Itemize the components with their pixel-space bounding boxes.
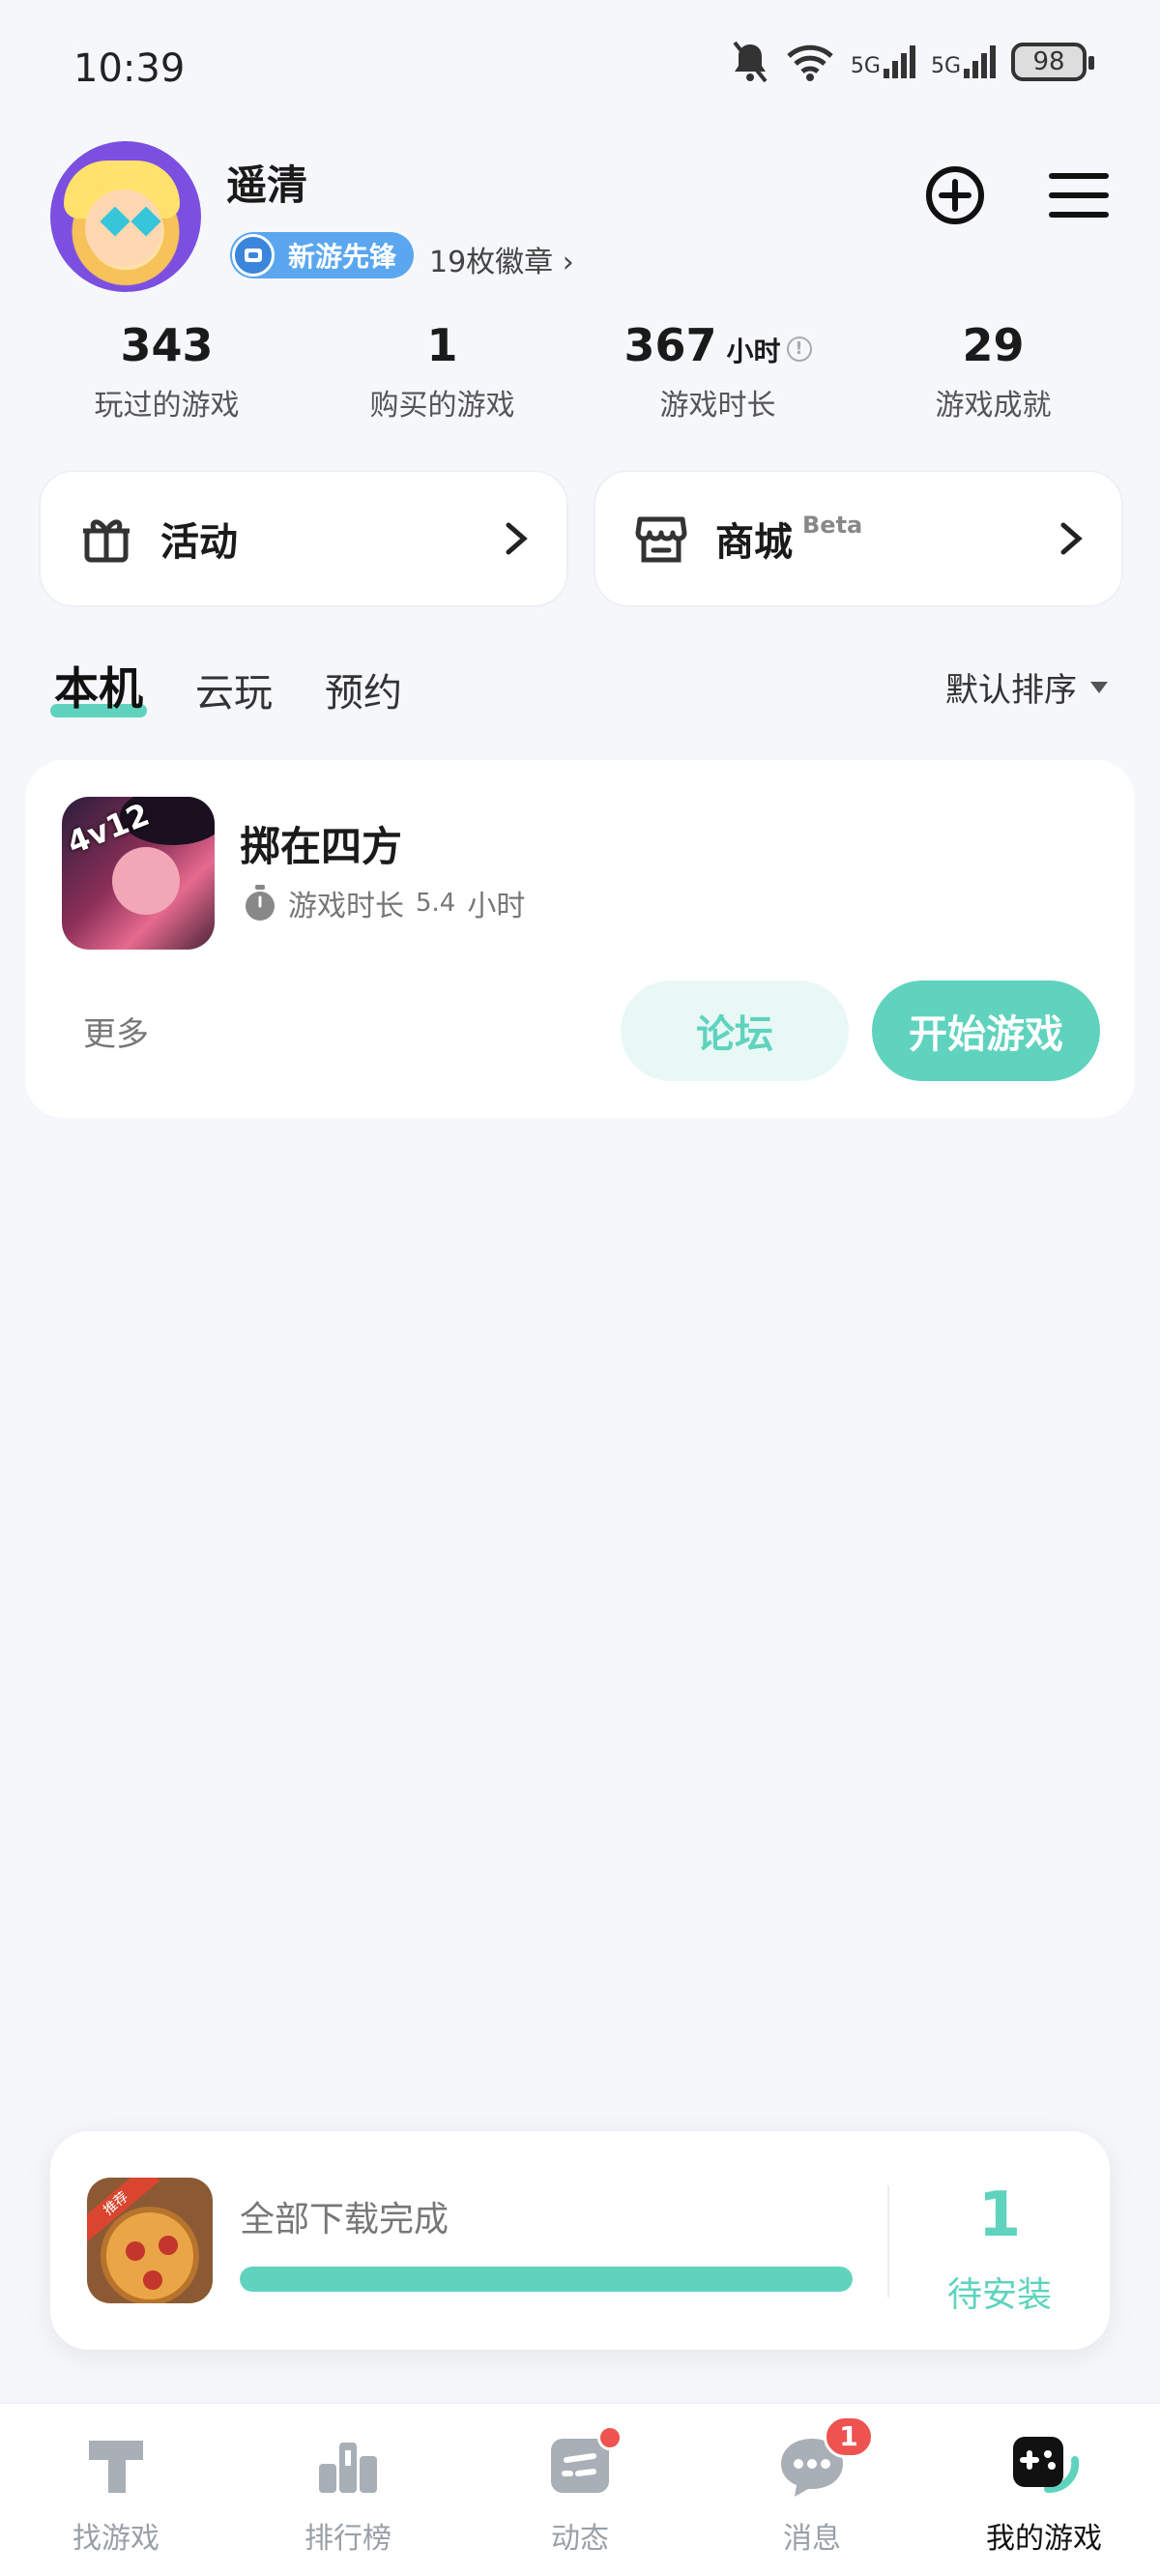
download-status-text: 全部下载完成 bbox=[240, 2200, 450, 2239]
chevron-right-icon bbox=[506, 522, 528, 555]
nav-ranking[interactable]: 排行榜 bbox=[232, 2404, 464, 2576]
nav-my-games[interactable]: 我的游戏 bbox=[928, 2404, 1160, 2576]
sort-label: 默认排序 bbox=[945, 671, 1077, 710]
stat-number: 367 bbox=[624, 319, 717, 371]
stats-row: 343 玩过的游戏 1 购买的游戏 367 小时! 游戏时长 29 游戏成就 bbox=[29, 319, 1131, 424]
game-controller-badge-icon bbox=[232, 234, 275, 277]
nav-label: 排行榜 bbox=[304, 2522, 392, 2556]
bell-off-icon bbox=[733, 41, 768, 83]
stat-label: 购买的游戏 bbox=[369, 389, 515, 423]
badge-count-link[interactable]: 19枚徽章 › bbox=[429, 238, 574, 280]
ranking-icon bbox=[319, 2443, 377, 2493]
playtime-label: 游戏时长 bbox=[288, 890, 404, 923]
menu-icon bbox=[1049, 173, 1109, 218]
stat-label: 游戏成就 bbox=[935, 389, 1052, 423]
stat-play-time[interactable]: 367 小时! 游戏时长 bbox=[580, 319, 856, 424]
message-icon: 1 bbox=[777, 2415, 874, 2501]
tab-local[interactable]: 本机 bbox=[50, 654, 147, 717]
find-games-icon bbox=[89, 2441, 143, 2493]
shop-label: 商城 bbox=[715, 520, 793, 565]
beta-tag: Beta bbox=[802, 512, 863, 539]
activity-label: 活动 bbox=[160, 520, 238, 565]
download-status-card[interactable]: 推荐 全部下载完成 1 待安装 bbox=[50, 2131, 1110, 2350]
stat-unit: 小时 bbox=[726, 336, 781, 367]
plus-circle-icon bbox=[926, 166, 984, 224]
nav-messages[interactable]: 1 消息 bbox=[696, 2404, 928, 2576]
pioneer-badge[interactable]: 新游先锋 bbox=[230, 232, 415, 278]
menu-button[interactable] bbox=[1048, 164, 1110, 226]
forum-button[interactable]: 论坛 bbox=[621, 981, 849, 1081]
download-game-icon: 推荐 bbox=[87, 2178, 213, 2303]
my-games-icon bbox=[1013, 2437, 1079, 2493]
badge-label: 新游先锋 bbox=[288, 241, 397, 273]
status-bar: 10:39 5G 5G 98 bbox=[0, 0, 1160, 145]
sort-dropdown[interactable]: 默认排序 bbox=[945, 663, 1108, 711]
stopwatch-icon bbox=[246, 885, 275, 921]
add-button[interactable] bbox=[924, 164, 986, 226]
tab-reserved[interactable]: 预约 bbox=[325, 661, 402, 717]
nav-label: 动态 bbox=[551, 2522, 609, 2556]
stat-games-played[interactable]: 343 玩过的游戏 bbox=[29, 319, 304, 424]
stat-value: 29 bbox=[962, 319, 1025, 371]
chevron-right-icon: › bbox=[562, 246, 574, 279]
stat-value: 343 bbox=[120, 319, 214, 371]
top-actions bbox=[924, 164, 1110, 226]
notification-dot bbox=[597, 2425, 623, 2450]
game-icon[interactable]: 4v12 bbox=[62, 797, 215, 950]
store-icon bbox=[635, 516, 687, 563]
nav-find-games[interactable]: 找游戏 bbox=[0, 2404, 232, 2576]
pending-install-count[interactable]: 1 bbox=[889, 2180, 1110, 2251]
battery-level: 98 bbox=[1032, 47, 1065, 76]
status-time: 10:39 bbox=[73, 46, 186, 91]
stat-games-purchased[interactable]: 1 购买的游戏 bbox=[304, 319, 580, 424]
signal-strength-2-icon: 5G bbox=[931, 45, 996, 78]
start-game-button[interactable]: 开始游戏 bbox=[872, 981, 1100, 1081]
game-title[interactable]: 掷在四方 bbox=[240, 814, 402, 873]
avatar[interactable] bbox=[50, 141, 201, 292]
chevron-right-icon bbox=[1060, 522, 1083, 555]
nav-feed[interactable]: 动态 bbox=[464, 2404, 696, 2576]
bottom-navigation: 找游戏 排行榜 动态 1 消息 我的游戏 bbox=[0, 2402, 1160, 2576]
game-source-tabs: 本机 云玩 预约 bbox=[50, 654, 402, 717]
more-button[interactable]: 更多 bbox=[83, 1008, 149, 1055]
stat-value: 367 小时! bbox=[580, 319, 856, 371]
username[interactable]: 遥清 bbox=[226, 153, 307, 212]
stat-achievements[interactable]: 29 游戏成就 bbox=[856, 319, 1131, 424]
pending-install-label[interactable]: 待安装 bbox=[889, 2267, 1110, 2317]
download-progress-bar bbox=[240, 2267, 853, 2292]
caret-down-icon bbox=[1090, 681, 1108, 693]
game-card[interactable]: 4v12 掷在四方 游戏时长 5.4 小时 更多 论坛 开始游戏 bbox=[25, 760, 1135, 1118]
playtime-unit: 小时 bbox=[467, 890, 526, 923]
stat-label: 游戏时长 bbox=[659, 389, 776, 423]
shop-card[interactable]: 商城 Beta bbox=[594, 470, 1123, 607]
nav-label: 消息 bbox=[783, 2522, 841, 2556]
status-icons: 5G 5G 98 bbox=[731, 41, 1094, 83]
info-icon[interactable]: ! bbox=[786, 336, 812, 362]
battery-icon: 98 bbox=[1011, 43, 1094, 81]
download-progress-fill bbox=[240, 2267, 853, 2292]
nav-label: 找游戏 bbox=[72, 2522, 160, 2556]
signal-strength-1-icon: 5G bbox=[851, 45, 915, 78]
playtime-value: 5.4 bbox=[416, 889, 456, 918]
activity-card[interactable]: 活动 bbox=[39, 470, 568, 607]
stat-value: 1 bbox=[426, 319, 458, 371]
tab-cloud[interactable]: 云玩 bbox=[195, 661, 273, 717]
stat-label: 玩过的游戏 bbox=[94, 389, 240, 423]
badge-count-text: 19枚徽章 bbox=[429, 246, 554, 279]
message-count-badge: 1 bbox=[824, 2415, 874, 2458]
gift-icon bbox=[83, 519, 130, 563]
game-playtime: 游戏时长 5.4 小时 bbox=[244, 882, 525, 924]
feed-icon bbox=[545, 2425, 623, 2501]
nav-label: 我的游戏 bbox=[986, 2522, 1102, 2556]
wifi-icon bbox=[787, 44, 833, 81]
